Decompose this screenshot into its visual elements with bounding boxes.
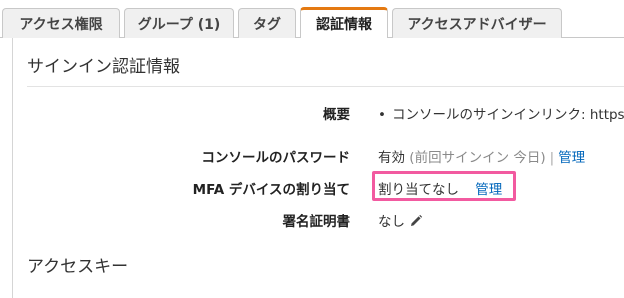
- access-keys-title: アクセスキー: [27, 257, 129, 277]
- separator: |: [549, 150, 555, 166]
- bullet: •: [378, 107, 386, 123]
- mfa-value: 割り当てなし 管理: [378, 178, 502, 198]
- signing-cert-status: なし: [378, 214, 405, 230]
- overview-value: • コンソールのサインインリンク: https: [378, 103, 624, 123]
- mfa-status: 割り当てなし: [378, 182, 459, 198]
- console-password-label: コンソールのパスワード: [201, 150, 351, 166]
- last-signin-text: (前回サインイン 今日): [409, 150, 546, 166]
- tab-permissions[interactable]: アクセス権限: [2, 8, 120, 38]
- console-password-manage-link[interactable]: 管理: [558, 150, 585, 166]
- mfa-label: MFA デバイスの割り当て: [192, 182, 350, 198]
- pencil-icon[interactable]: [409, 214, 423, 228]
- tab-access-advisor[interactable]: アクセスアドバイザー: [392, 8, 562, 38]
- mfa-manage-link[interactable]: 管理: [475, 182, 502, 198]
- tab-security-credentials[interactable]: 認証情報: [300, 7, 388, 38]
- console-password-status: 有効: [378, 150, 405, 166]
- overview-label: 概要: [323, 107, 350, 123]
- signing-cert-value: なし: [378, 210, 423, 230]
- console-password-value: 有効 (前回サインイン 今日) | 管理: [378, 146, 585, 166]
- tab-tags[interactable]: タグ: [238, 8, 296, 38]
- console-signin-link-text: コンソールのサインインリンク: https: [392, 107, 624, 123]
- signing-cert-label: 署名証明書: [282, 214, 351, 230]
- signin-credentials-title: サインイン認証情報: [27, 57, 180, 77]
- tab-bar: アクセス権限 グループ (1) タグ 認証情報 アクセスアドバイザー: [0, 0, 624, 38]
- tab-groups[interactable]: グループ (1): [124, 8, 234, 38]
- section-divider: [27, 86, 624, 87]
